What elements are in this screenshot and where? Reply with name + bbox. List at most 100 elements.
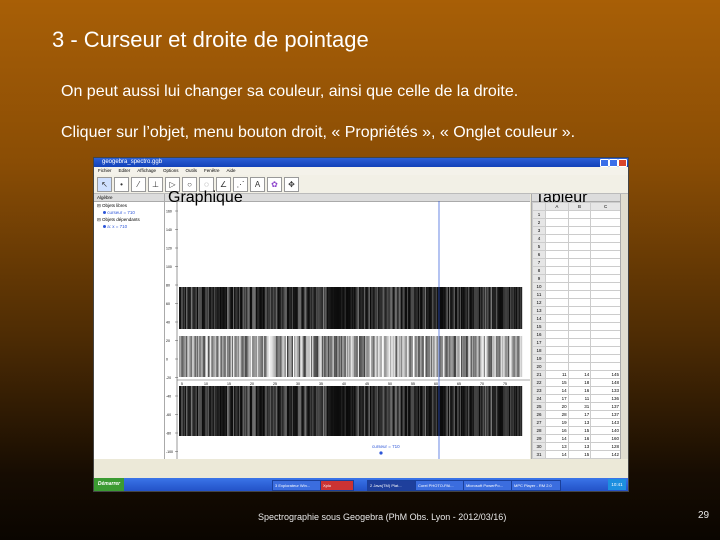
row-header[interactable]: 28 — [532, 426, 546, 435]
row-header[interactable]: 8 — [532, 266, 546, 275]
menu-item-aide[interactable]: Aide — [227, 168, 236, 173]
cell-a[interactable] — [545, 258, 569, 267]
cell-b[interactable] — [567, 290, 592, 299]
cell-b[interactable] — [567, 306, 592, 315]
cell-a[interactable] — [545, 210, 569, 219]
cell-c[interactable]: 148 — [590, 378, 621, 387]
row-header[interactable]: 14 — [532, 314, 546, 323]
cell-a[interactable] — [545, 274, 569, 283]
cell-a[interactable] — [545, 282, 569, 291]
menu-item-options[interactable]: Options — [163, 168, 179, 173]
cell-b[interactable] — [567, 218, 592, 227]
cell-c[interactable]: 133 — [590, 386, 621, 395]
cell-c[interactable]: 128 — [590, 442, 621, 451]
column-header[interactable]: C — [590, 202, 621, 211]
cell-b[interactable] — [567, 346, 592, 355]
graphics-view[interactable]: Graphique 160 140 120 100 80 60 40 20 0 -20 -40 -60… — [165, 190, 530, 459]
cell-c[interactable]: 140 — [590, 426, 621, 435]
scrollbar[interactable] — [620, 194, 628, 459]
cell-b[interactable]: 17 — [567, 410, 592, 419]
slider-tool-icon[interactable]: ✿ — [267, 177, 282, 192]
cell-c[interactable]: 160 — [590, 434, 621, 443]
row-header[interactable]: 31 — [532, 450, 546, 459]
cell-a[interactable] — [545, 298, 569, 307]
cell-c[interactable]: 143 — [590, 418, 621, 427]
pan-tool-icon[interactable]: ✥ — [284, 177, 299, 192]
taskbar-item[interactable]: Corel PHOTO-PAI... — [415, 480, 465, 491]
dependent-object-item[interactable]: a: x = 710 — [97, 223, 164, 230]
row-header[interactable]: 30 — [532, 442, 546, 451]
cell-a[interactable] — [545, 266, 569, 275]
cell-c[interactable]: 137 — [590, 410, 621, 419]
row-header[interactable]: 4 — [532, 234, 546, 243]
cell-a[interactable]: 16 — [545, 426, 569, 435]
cell-a[interactable] — [545, 250, 569, 259]
cell-b[interactable] — [567, 314, 592, 323]
cell-c[interactable] — [590, 346, 621, 355]
cell-b[interactable] — [567, 234, 592, 243]
cell-a[interactable]: 11 — [545, 370, 569, 379]
menu-item-outils[interactable]: Outils — [185, 168, 197, 173]
row-header[interactable]: 12 — [532, 298, 546, 307]
cell-a[interactable] — [545, 242, 569, 251]
point-tool-icon[interactable]: • — [114, 177, 129, 192]
row-header[interactable]: 15 — [532, 322, 546, 331]
cell-a[interactable] — [545, 218, 569, 227]
cell-c[interactable] — [590, 314, 621, 323]
row-header[interactable]: 2 — [532, 218, 546, 227]
menu-item-affichage[interactable]: Affichage — [137, 168, 156, 173]
cell-b[interactable] — [567, 210, 592, 219]
row-header[interactable]: 27 — [532, 418, 546, 427]
move-tool-icon[interactable]: ↖ — [97, 177, 112, 192]
row-header[interactable]: 20 — [532, 362, 546, 371]
cell-c[interactable] — [590, 354, 621, 363]
cell-c[interactable] — [590, 226, 621, 235]
cell-b[interactable] — [567, 250, 592, 259]
cell-b[interactable] — [567, 322, 592, 331]
taskbar-item[interactable]: 2 Java(TM) Plat... — [367, 480, 417, 491]
cell-c[interactable] — [590, 298, 621, 307]
cell-c[interactable] — [590, 210, 621, 219]
row-header[interactable]: 18 — [532, 346, 546, 355]
cell-a[interactable]: 20 — [545, 402, 569, 411]
cell-c[interactable] — [590, 282, 621, 291]
minimize-button[interactable] — [600, 159, 609, 167]
cell-b[interactable] — [567, 282, 592, 291]
cell-a[interactable]: 15 — [545, 378, 569, 387]
menu-item-fichier[interactable]: Fichier — [98, 168, 112, 173]
cell-c[interactable] — [590, 306, 621, 315]
free-object-item[interactable]: curseur = 710 — [97, 209, 164, 216]
row-header[interactable]: 26 — [532, 410, 546, 419]
cell-a[interactable] — [545, 330, 569, 339]
cell-b[interactable] — [567, 354, 592, 363]
row-header[interactable]: 19 — [532, 354, 546, 363]
cell-a[interactable]: 14 — [545, 450, 569, 459]
cell-b[interactable] — [567, 362, 592, 371]
cell-a[interactable] — [545, 314, 569, 323]
cell-a[interactable] — [545, 362, 569, 371]
row-header[interactable]: 13 — [532, 306, 546, 315]
row-header[interactable]: 11 — [532, 290, 546, 299]
cell-c[interactable] — [590, 242, 621, 251]
cell-b[interactable] — [567, 242, 592, 251]
cell-c[interactable] — [590, 274, 621, 283]
cell-c[interactable] — [590, 258, 621, 267]
cell-c[interactable] — [590, 362, 621, 371]
menu-item-fenetre[interactable]: Fenêtre — [204, 168, 220, 173]
row-header[interactable]: 25 — [532, 402, 546, 411]
cell-b[interactable] — [567, 330, 592, 339]
cell-b[interactable]: 13 — [567, 418, 592, 427]
cell-b[interactable]: 16 — [567, 434, 592, 443]
maximize-button[interactable] — [609, 159, 618, 167]
cell-a[interactable]: 14 — [545, 434, 569, 443]
cell-a[interactable] — [545, 346, 569, 355]
cell-c[interactable] — [590, 250, 621, 259]
cell-b[interactable] — [567, 298, 592, 307]
cell-c[interactable]: 145 — [590, 370, 621, 379]
row-header[interactable]: 23 — [532, 386, 546, 395]
cell-b[interactable] — [567, 226, 592, 235]
free-objects-node[interactable]: ⊟ Objets libres — [97, 202, 164, 209]
cell-c[interactable] — [590, 322, 621, 331]
graphics-canvas[interactable]: 160140120100806040200-20-40-60-80-100 51… — [165, 201, 530, 459]
cell-a[interactable]: 19 — [545, 418, 569, 427]
